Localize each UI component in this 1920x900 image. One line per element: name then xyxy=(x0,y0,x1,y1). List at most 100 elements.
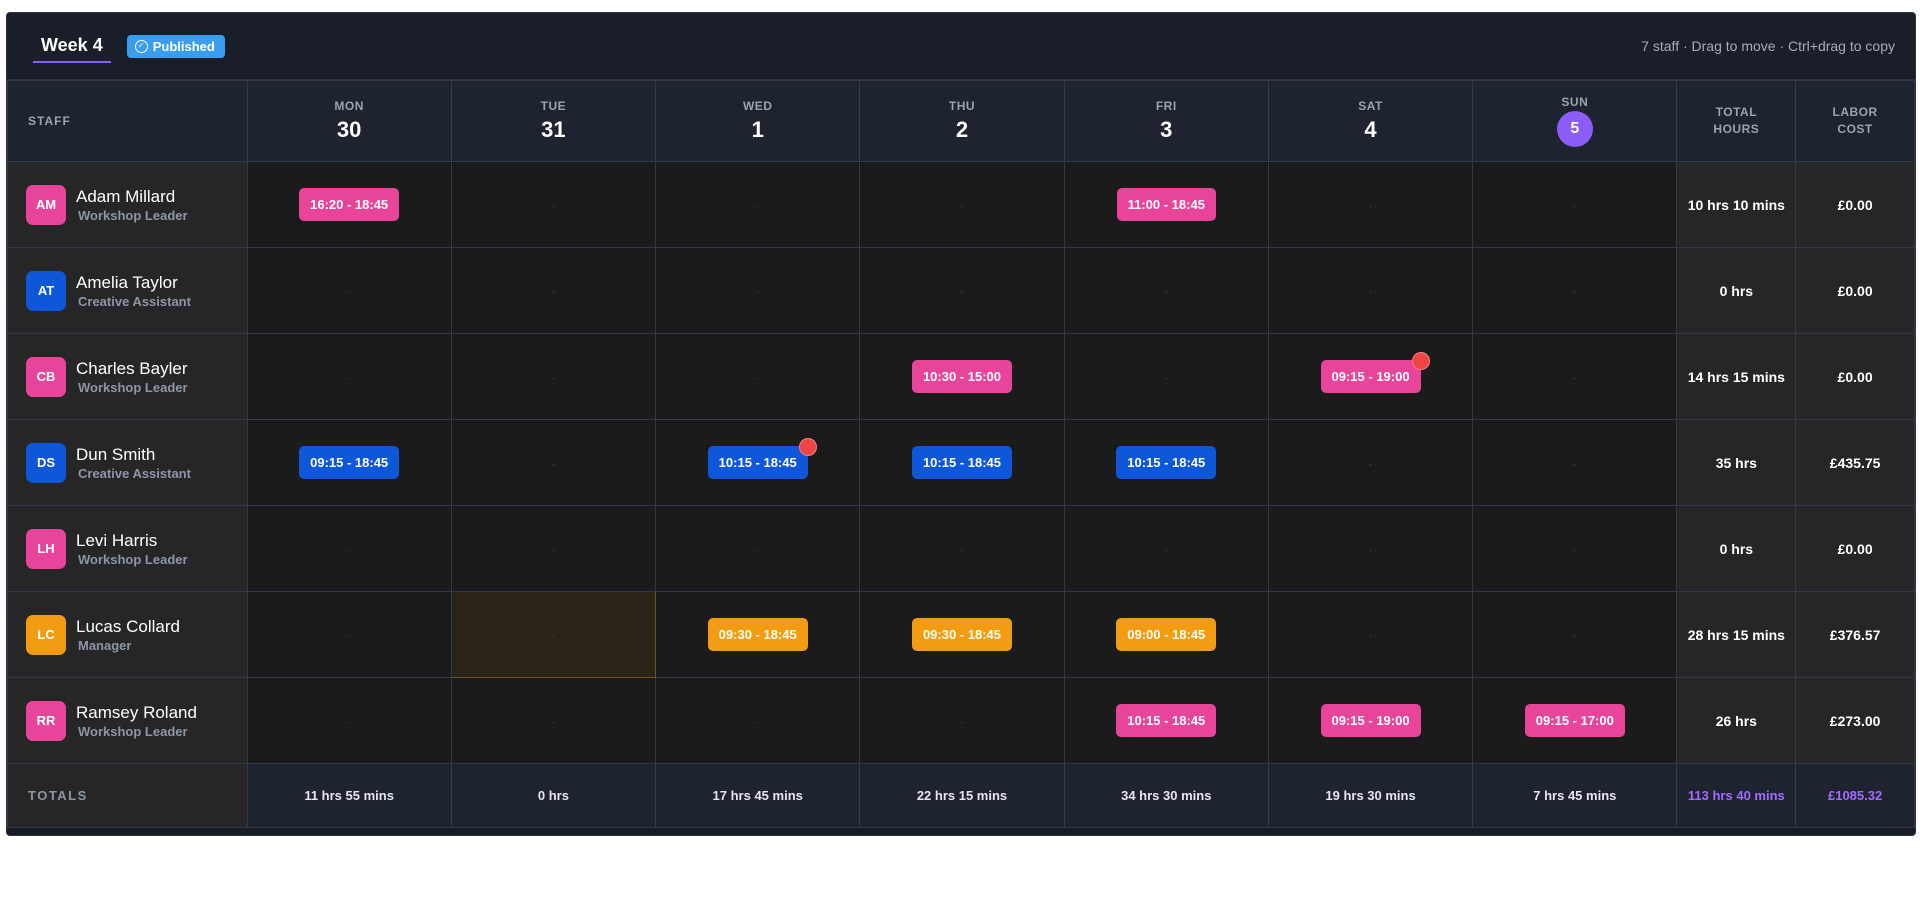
day-cell[interactable]: 10:15 - 18:45 xyxy=(1063,677,1269,764)
shift-block[interactable]: 09:30 - 18:45 xyxy=(707,618,808,651)
staff-cell[interactable]: DS Dun Smith Creative Assistant xyxy=(7,419,248,506)
day-cell[interactable]: · xyxy=(1063,505,1269,592)
day-cell[interactable]: 09:15 - 17:00 xyxy=(1472,677,1678,764)
day-cell[interactable]: 10:15 - 18:45 xyxy=(1063,419,1269,506)
staff-cell[interactable]: CB Charles Bayler Workshop Leader xyxy=(7,333,248,420)
day-header-thu[interactable]: THU 2 xyxy=(859,80,1065,162)
empty-slot-dot: · xyxy=(347,286,351,298)
shift-block[interactable]: 09:15 - 19:00 xyxy=(1320,704,1421,737)
day-cell[interactable]: · xyxy=(246,677,452,764)
day-cell[interactable]: · xyxy=(1472,505,1678,592)
staff-name: Amelia Taylor xyxy=(76,272,178,292)
day-name: MON xyxy=(334,99,364,113)
day-cell[interactable]: 09:15 - 19:00 xyxy=(1267,677,1474,764)
totals-label: TOTALS xyxy=(7,763,248,828)
day-cell[interactable]: 10:15 - 18:45 xyxy=(655,419,861,506)
empty-slot-dot: · xyxy=(347,544,351,556)
conflict-alert-icon[interactable] xyxy=(1411,352,1430,370)
day-cell[interactable]: 09:30 - 18:45 xyxy=(859,591,1065,678)
shift-block[interactable]: 10:15 - 18:45 xyxy=(707,438,817,479)
day-cell[interactable]: 10:30 - 15:00 xyxy=(859,333,1065,420)
day-cell[interactable]: 09:15 - 18:45 xyxy=(246,419,452,506)
day-cell[interactable]: · xyxy=(1472,161,1678,248)
shift-block[interactable]: 16:20 - 18:45 xyxy=(299,188,400,221)
toolbar-left: Week 4 ✓ Published xyxy=(33,29,225,63)
day-cell[interactable]: · xyxy=(1267,419,1474,506)
day-cell[interactable]: · xyxy=(1472,419,1678,506)
day-cell[interactable]: · xyxy=(450,333,657,420)
empty-slot-dot: · xyxy=(551,544,556,556)
shift-block[interactable]: 09:15 - 17:00 xyxy=(1524,704,1625,737)
day-cell[interactable]: · xyxy=(655,505,861,592)
day-header-sat[interactable]: SAT 4 xyxy=(1267,80,1474,162)
empty-slot-dot: · xyxy=(756,716,760,728)
day-cell[interactable]: 16:20 - 18:45 xyxy=(246,161,452,248)
day-cell[interactable]: · xyxy=(1267,591,1474,678)
day-cell[interactable]: · xyxy=(450,247,657,334)
staff-cell[interactable]: RR Ramsey Roland Workshop Leader xyxy=(7,677,248,764)
day-header-fri[interactable]: FRI 3 xyxy=(1063,80,1269,162)
staff-total-hours: 0 hrs xyxy=(1676,247,1797,334)
staff-cell[interactable]: LH Levi Harris Workshop Leader xyxy=(7,505,248,592)
day-header-mon[interactable]: MON 30 xyxy=(246,80,452,162)
day-cell[interactable]: 09:00 - 18:45 xyxy=(1063,591,1269,678)
day-cell[interactable]: · xyxy=(1063,247,1269,334)
day-cell[interactable]: · xyxy=(655,677,861,764)
day-cell[interactable]: · xyxy=(246,247,452,334)
conflict-alert-icon[interactable] xyxy=(798,438,817,456)
shift-time: 10:30 - 15:00 xyxy=(922,369,1002,384)
day-cell[interactable]: 10:15 - 18:45 xyxy=(859,419,1065,506)
day-cell[interactable]: · xyxy=(450,161,657,248)
day-cell[interactable]: · xyxy=(1267,505,1474,592)
shift-block[interactable]: 09:00 - 18:45 xyxy=(1116,618,1217,651)
staff-labor-cost: £0.00 xyxy=(1795,505,1915,592)
shift-block[interactable]: 10:30 - 15:00 xyxy=(911,360,1013,393)
day-cell[interactable]: · xyxy=(246,333,452,420)
day-cell[interactable]: · xyxy=(1063,333,1269,420)
staff-cell[interactable]: AT Amelia Taylor Creative Assistant xyxy=(7,247,248,334)
day-name: SAT xyxy=(1358,99,1383,113)
staff-text: Adam Millard Workshop Leader xyxy=(76,187,188,223)
day-cell[interactable]: · xyxy=(1267,247,1474,334)
staff-text: Lucas Collard Manager xyxy=(76,617,180,653)
published-badge[interactable]: ✓ Published xyxy=(126,34,225,58)
day-cell[interactable]: · xyxy=(655,247,861,334)
day-cell[interactable]: · xyxy=(450,591,657,678)
day-cell[interactable]: · xyxy=(655,161,861,248)
day-cell[interactable]: · xyxy=(450,419,657,506)
day-cell[interactable]: · xyxy=(1472,247,1678,334)
day-cell[interactable]: · xyxy=(655,333,861,420)
day-cell[interactable]: · xyxy=(859,161,1065,248)
shift-block[interactable]: 09:30 - 18:45 xyxy=(911,618,1013,651)
staff-labor-cost: £0.00 xyxy=(1795,333,1915,420)
day-cell[interactable]: · xyxy=(450,677,657,764)
day-cell[interactable]: 09:15 - 19:00 xyxy=(1267,333,1474,420)
shift-time: 09:30 - 18:45 xyxy=(718,627,797,642)
empty-slot-dot: · xyxy=(1573,630,1577,642)
day-header-sun[interactable]: SUN 5 xyxy=(1472,80,1678,162)
day-date: 2 xyxy=(955,117,969,142)
staff-cell[interactable]: LC Lucas Collard Manager xyxy=(7,591,248,678)
shift-block[interactable]: 11:00 - 18:45 xyxy=(1116,188,1216,221)
day-cell[interactable]: · xyxy=(859,677,1065,764)
day-header-tue[interactable]: TUE 31 xyxy=(450,80,657,162)
day-cell[interactable]: · xyxy=(859,505,1065,592)
staff-cell[interactable]: AM Adam Millard Workshop Leader xyxy=(7,161,248,248)
day-cell[interactable]: · xyxy=(859,247,1065,334)
day-cell[interactable]: 09:30 - 18:45 xyxy=(655,591,861,678)
shift-block[interactable]: 09:15 - 19:00 xyxy=(1320,352,1430,393)
day-cell[interactable]: · xyxy=(450,505,657,592)
day-cell[interactable]: · xyxy=(1267,161,1474,248)
week-tab[interactable]: Week 4 xyxy=(33,35,111,63)
day-cell[interactable]: 11:00 - 18:45 xyxy=(1063,161,1269,248)
shift-block[interactable]: 10:15 - 18:45 xyxy=(1116,446,1217,479)
shift-block[interactable]: 09:15 - 18:45 xyxy=(299,446,400,479)
day-header-wed[interactable]: WED 1 xyxy=(655,80,861,162)
shift-block[interactable]: 10:15 - 18:45 xyxy=(911,446,1013,479)
day-cell[interactable]: · xyxy=(1472,333,1678,420)
day-cell[interactable]: · xyxy=(1472,591,1678,678)
day-cell[interactable]: · xyxy=(246,505,452,592)
shift-block[interactable]: 10:15 - 18:45 xyxy=(1116,704,1217,737)
day-total: 22 hrs 15 mins xyxy=(859,763,1065,828)
day-cell[interactable]: · xyxy=(246,591,452,678)
